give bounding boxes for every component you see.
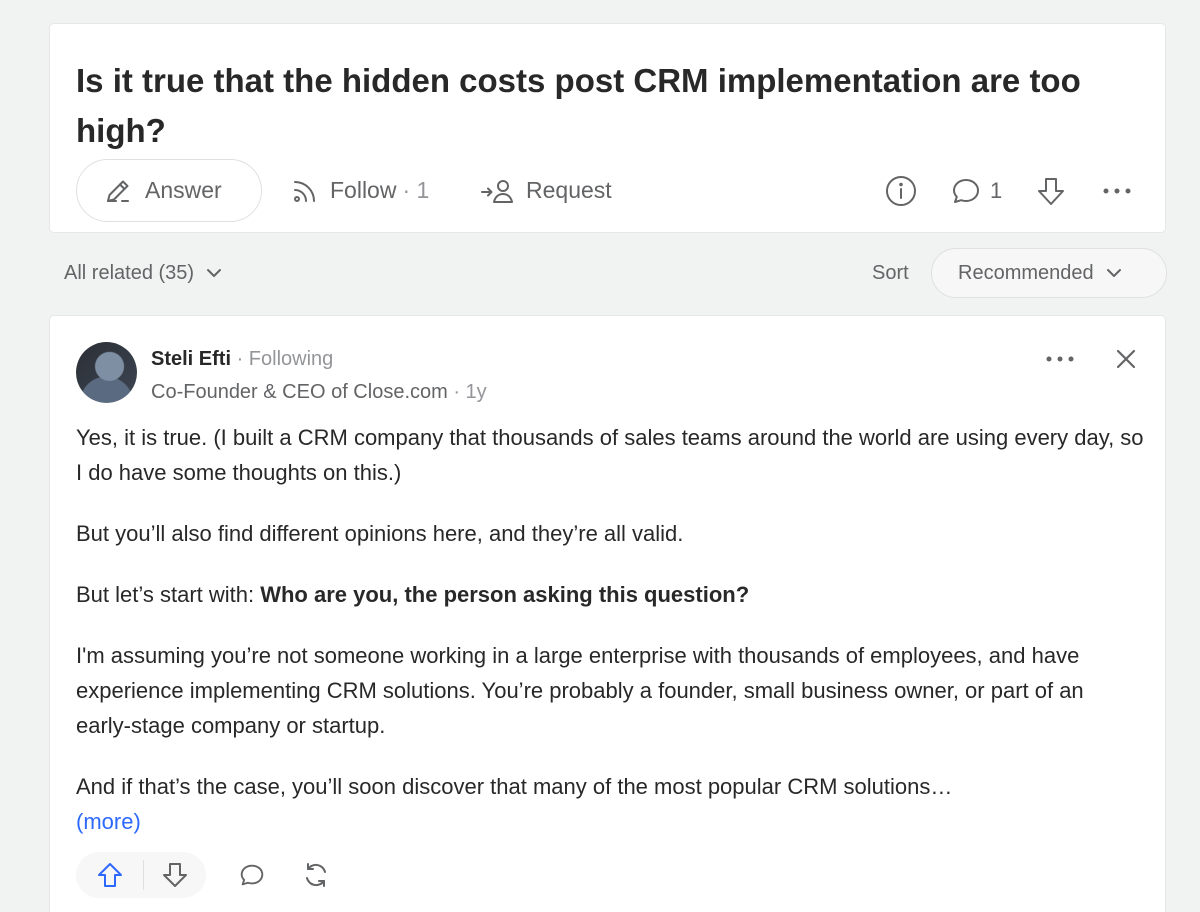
related-bar: All related (35) Sort Recommended (50, 248, 1168, 298)
answer-text: But let’s start with: (76, 582, 261, 607)
close-icon (1116, 349, 1136, 369)
close-button[interactable] (1114, 346, 1138, 377)
more-horizontal-icon (1046, 356, 1074, 362)
follow-count: · 1 (402, 177, 430, 203)
answer-paragraph: I'm assuming you’re not someone working … (76, 643, 1084, 738)
request-label: Request (526, 177, 612, 203)
more-horizontal-icon (1103, 188, 1131, 193)
answer-text: But you’ll also find different opinions … (76, 521, 684, 546)
question-card: Is it true that the hidden costs post CR… (50, 24, 1165, 232)
sort-dropdown[interactable]: Recommended (931, 248, 1167, 298)
share-button[interactable] (296, 859, 336, 891)
all-related-dropdown[interactable]: All related (35) (64, 248, 224, 298)
answer-paragraph: But you’ll also find different opinions … (76, 516, 1144, 551)
answer-paragraph: Yes, it is true. (I built a CRM company … (76, 425, 1144, 485)
more-link[interactable]: (more) (76, 804, 1144, 840)
comment-count: 1 (990, 177, 1003, 203)
info-icon (886, 175, 916, 206)
answer-bold-text: Who are you, the person asking this ques… (260, 582, 750, 607)
comment-button[interactable]: 1 (950, 159, 1002, 222)
comment-icon (240, 864, 264, 886)
comment-icon (953, 178, 979, 203)
vote-pill (76, 852, 206, 898)
answer-paragraph: And if that’s the case, you’ll soon disc… (76, 774, 953, 799)
upvote-button[interactable] (76, 860, 144, 890)
share-icon (306, 863, 326, 887)
answer-button[interactable]: Answer (76, 159, 262, 222)
sort-label: Sort (872, 261, 909, 284)
author-credential[interactable]: Co-Founder & CEO of Close.com (151, 381, 448, 403)
rss-icon (294, 180, 315, 202)
question-more-button[interactable] (1100, 159, 1134, 222)
downvote-icon (163, 863, 187, 887)
upvote-icon (97, 863, 122, 887)
downvote-icon (1038, 177, 1064, 205)
all-related-label: All related (35) (64, 261, 195, 284)
answer-body: Yes, it is true. (I built a CRM company … (76, 420, 1144, 840)
pencil-icon (107, 180, 129, 202)
sort-value: Recommended (958, 261, 1094, 284)
downvote-button[interactable] (144, 860, 206, 890)
request-user-icon (481, 179, 513, 203)
chevron-down-icon (207, 269, 222, 277)
info-button[interactable] (884, 159, 918, 222)
answer-age[interactable]: · 1y (448, 381, 486, 403)
follow-status[interactable]: · Following (231, 348, 334, 370)
answer-more-button[interactable] (1043, 346, 1077, 377)
request-button[interactable]: Request (480, 159, 612, 222)
author-line: Steli Efti · Following (151, 346, 333, 372)
follow-button[interactable]: Follow · 1 (290, 159, 429, 222)
author-name[interactable]: Steli Efti (151, 348, 231, 370)
downvote-question-button[interactable] (1034, 159, 1068, 222)
follow-label: Follow (330, 177, 397, 203)
avatar[interactable] (76, 342, 137, 403)
answer-label: Answer (145, 177, 222, 203)
answer-paragraph: But let’s start with: Who are you, the p… (76, 577, 1144, 612)
vote-bar (76, 852, 336, 898)
comment-button[interactable] (232, 860, 272, 890)
chevron-down-icon (1106, 269, 1121, 277)
question-title[interactable]: Is it true that the hidden costs post CR… (76, 56, 1146, 156)
question-actions: Answer Follow · 1 Request 1 (76, 159, 1146, 223)
answer-card: Steli Efti · Following Co-Founder & CEO … (50, 316, 1165, 912)
credential-line: Co-Founder & CEO of Close.com · 1y (151, 379, 487, 405)
